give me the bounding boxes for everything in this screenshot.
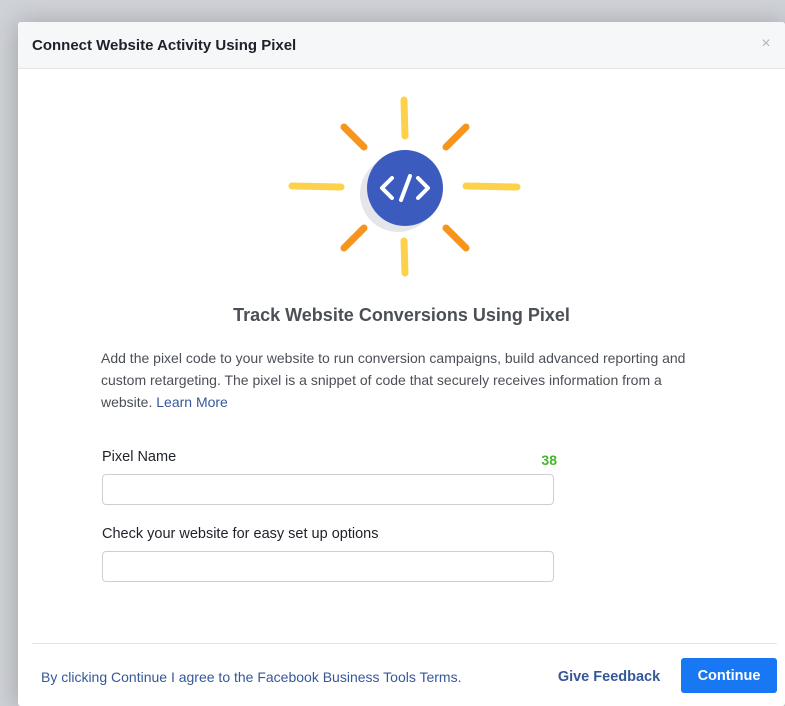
business-tools-terms-link[interactable]: By clicking Continue I agree to the Face…	[41, 669, 461, 685]
section-heading: Track Website Conversions Using Pixel	[233, 305, 570, 325]
footer-divider	[32, 643, 777, 644]
description: Add the pixel code to your website to ru…	[101, 347, 711, 413]
pixel-name-input[interactable]	[102, 474, 554, 505]
give-feedback-button[interactable]: Give Feedback	[544, 665, 674, 689]
pixel-name-label: Pixel Name	[102, 449, 177, 465]
dialog-title: Connect Website Activity Using Pixel	[32, 36, 297, 54]
dialog-header: Connect Website Activity Using Pixel ×	[18, 22, 785, 69]
pixel-illustration	[288, 96, 521, 277]
learn-more-link[interactable]: Learn More	[156, 394, 228, 410]
close-icon[interactable]: ×	[757, 35, 775, 53]
website-label: Check your website for easy set up optio…	[102, 526, 379, 542]
continue-button[interactable]: Continue	[681, 658, 777, 693]
connect-pixel-dialog: Connect Website Activity Using Pixel × T…	[18, 22, 785, 706]
character-counter: 38	[541, 452, 557, 468]
website-url-input[interactable]	[102, 551, 554, 582]
